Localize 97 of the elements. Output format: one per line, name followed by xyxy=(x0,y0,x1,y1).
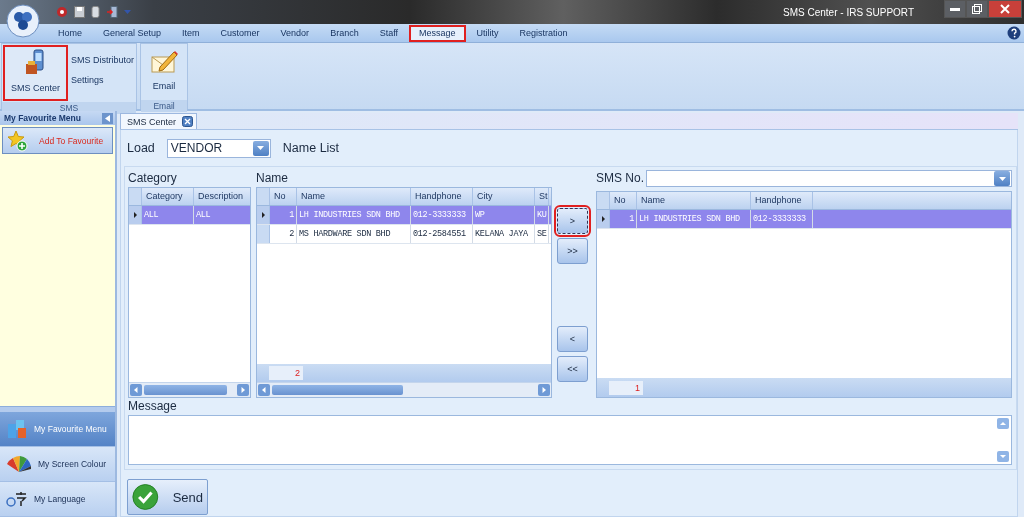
column-header[interactable]: Handphone xyxy=(411,188,473,205)
close-button[interactable] xyxy=(988,0,1022,18)
sms-number-label: SMS No. xyxy=(596,170,644,187)
ribbon-tab[interactable]: Vendor xyxy=(270,24,320,42)
ribbon-button[interactable]: SMS Center xyxy=(3,45,69,101)
column-header[interactable]: Name xyxy=(637,192,751,209)
collapse-button[interactable] xyxy=(102,112,113,124)
row-pointer-icon xyxy=(601,216,605,222)
ribbon-group-label: Email xyxy=(141,100,188,112)
table-cell: WP xyxy=(473,206,535,224)
ribbon-tab[interactable]: Branch xyxy=(320,24,369,42)
restore-icon xyxy=(972,4,982,14)
ribbon-button[interactable]: Settings xyxy=(70,74,136,86)
name-title: Name xyxy=(256,170,289,187)
header-corner-cell xyxy=(597,192,610,209)
vertical-scrollbar[interactable] xyxy=(996,416,1011,464)
ribbon-tab[interactable]: Home xyxy=(48,24,92,42)
table-cell: MS HARDWARE SDN BHD xyxy=(297,225,411,243)
row-count: 1 xyxy=(609,380,643,395)
scroll-left-icon[interactable] xyxy=(130,384,142,396)
table-cell: 1 xyxy=(270,206,297,224)
phone-icon[interactable] xyxy=(91,6,100,18)
horizontal-scrollbar[interactable] xyxy=(257,382,551,397)
header-corner-cell xyxy=(257,188,270,205)
move-button[interactable]: << xyxy=(557,356,588,382)
minimize-button[interactable] xyxy=(944,0,966,18)
header-corner-cell xyxy=(129,188,142,205)
sidebar-nav-item[interactable]: My Language xyxy=(0,482,115,517)
ribbon-tab[interactable]: Item xyxy=(172,24,210,42)
refresh-icon[interactable] xyxy=(56,6,68,18)
ribbon-button[interactable]: Email xyxy=(142,45,187,99)
column-header[interactable]: City xyxy=(473,188,535,205)
table-cell: SE xyxy=(535,225,549,243)
minimize-icon xyxy=(950,7,960,11)
row-count: 2 xyxy=(269,366,303,380)
scroll-right-icon[interactable] xyxy=(538,384,550,396)
window-title: SMS Center - IRS SUPPORT xyxy=(783,6,914,18)
move-button[interactable]: >> xyxy=(557,238,588,264)
ribbon-button[interactable]: SMS Distributor xyxy=(70,54,136,66)
table-cell: KELANA JAYA xyxy=(473,225,535,243)
message-label: Message xyxy=(128,398,178,415)
exit-door-icon[interactable] xyxy=(106,6,118,18)
column-header[interactable]: No xyxy=(270,188,297,205)
table-cell: 012-3333333 xyxy=(411,206,473,224)
horizontal-scrollbar[interactable] xyxy=(129,382,250,397)
ribbon-tab[interactable]: Registration xyxy=(509,24,578,42)
table-cell: 2 xyxy=(270,225,297,243)
language-icon xyxy=(6,491,28,507)
sms-number-dropdown[interactable] xyxy=(646,170,1012,187)
sidebar-title: My Favourite Menu xyxy=(4,113,81,123)
column-header[interactable]: Category xyxy=(142,188,194,205)
close-icon[interactable] xyxy=(182,116,194,127)
blocks-icon xyxy=(6,418,28,440)
check-icon xyxy=(132,482,159,512)
help-icon[interactable] xyxy=(1007,26,1021,40)
table-cell: 1 xyxy=(610,210,637,228)
column-header[interactable]: Handphone xyxy=(751,192,813,209)
envelope-pencil-icon xyxy=(150,49,179,75)
restore-button[interactable] xyxy=(966,0,988,18)
table-cell: KU xyxy=(535,206,549,224)
move-button[interactable]: > xyxy=(557,208,588,234)
load-dropdown[interactable]: VENDOR xyxy=(166,138,271,158)
close-icon xyxy=(1000,4,1010,14)
ribbon-tab[interactable]: Staff xyxy=(369,24,408,42)
scroll-down-icon[interactable] xyxy=(997,451,1009,462)
ribbon-tab[interactable]: Message xyxy=(409,24,466,42)
document-tab[interactable]: SMS Center xyxy=(120,113,198,129)
column-header[interactable]: Name xyxy=(297,188,411,205)
sidebar-nav-item[interactable]: My Screen Colour xyxy=(0,447,115,482)
ribbon-tab[interactable]: Customer xyxy=(210,24,270,42)
table-cell: LH INDUSTRIES SDN BHD xyxy=(297,206,411,224)
message-input[interactable] xyxy=(128,415,1012,465)
table-cell: 012-3333333 xyxy=(751,210,813,228)
add-to-favourite-button[interactable]: Add To Favourite xyxy=(2,127,113,154)
send-button[interactable]: Send xyxy=(127,479,208,515)
ribbon-tab[interactable]: Utility xyxy=(466,24,509,42)
column-header[interactable]: St xyxy=(535,188,549,205)
table-cell: ALL xyxy=(194,206,250,224)
name-list-label: Name List xyxy=(282,141,340,155)
column-header[interactable]: No xyxy=(610,192,637,209)
row-pointer-icon xyxy=(133,212,137,218)
column-header[interactable]: Description xyxy=(194,188,250,205)
move-button[interactable]: < xyxy=(557,326,588,352)
category-title: Category xyxy=(128,170,178,187)
scroll-right-icon[interactable] xyxy=(237,384,249,396)
load-label: Load xyxy=(127,141,155,155)
scroll-up-icon[interactable] xyxy=(997,418,1009,429)
star-plus-icon xyxy=(7,129,29,152)
colour-fan-icon xyxy=(6,455,32,473)
scroll-left-icon[interactable] xyxy=(258,384,270,396)
ribbon-tab[interactable]: General Setup xyxy=(93,24,172,42)
table-cell: LH INDUSTRIES SDN BHD xyxy=(637,210,751,228)
row-pointer-icon xyxy=(261,212,265,218)
table-cell: ALL xyxy=(142,206,194,224)
table-row[interactable]: 2 MS HARDWARE SDN BHD 012-2584551 KELANA JAYA SE xyxy=(257,225,551,244)
table-cell: 012-2584551 xyxy=(411,225,473,243)
save-icon[interactable] xyxy=(74,6,85,18)
